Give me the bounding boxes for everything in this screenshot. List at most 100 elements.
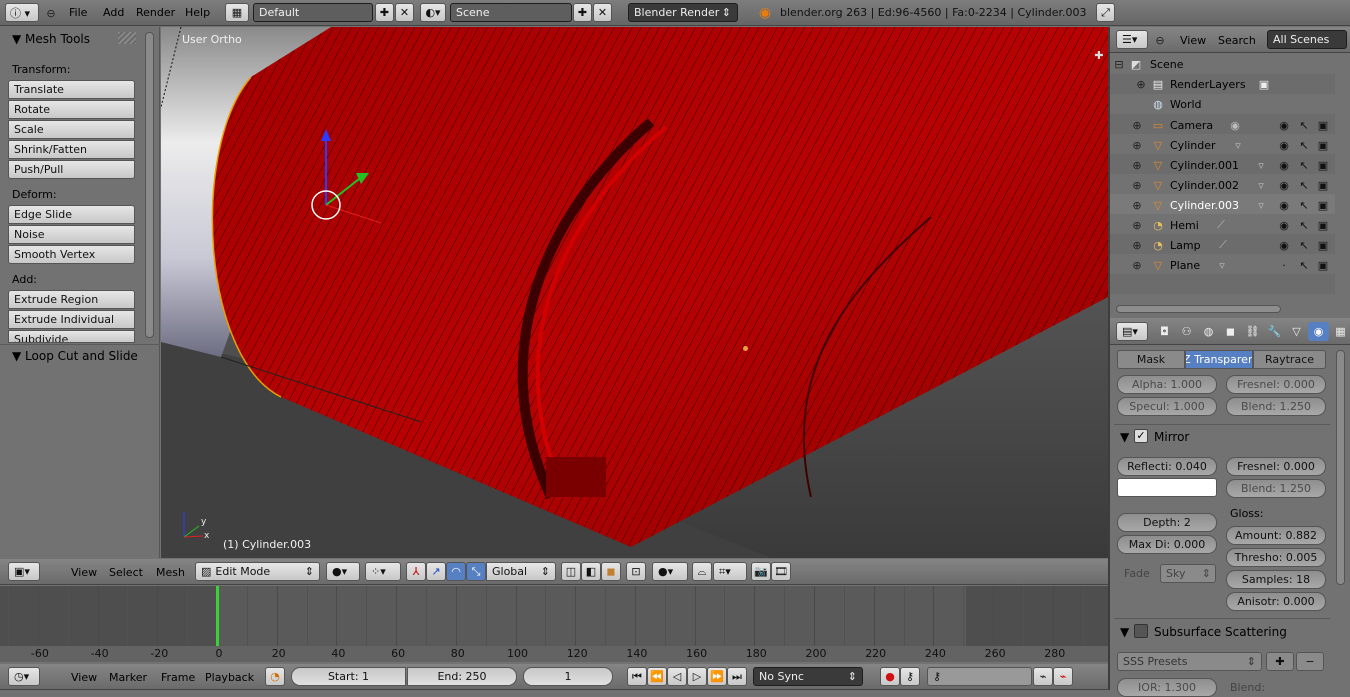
scale-manipulator[interactable]: ⤡ bbox=[466, 562, 486, 581]
remove-layout-button[interactable]: ✕ bbox=[395, 3, 414, 22]
proportional-edit-select[interactable]: ●▾ bbox=[652, 562, 688, 581]
blend-top-field[interactable]: Blend: 1.250 bbox=[1226, 397, 1326, 416]
preview-range-toggle[interactable]: ◔ bbox=[265, 667, 285, 686]
gloss-threshold-field[interactable]: Thresho: 0.005 bbox=[1226, 548, 1326, 567]
outliner-object-name[interactable]: Cylinder.003 bbox=[1170, 199, 1239, 212]
menu-file[interactable]: File bbox=[69, 6, 87, 19]
collapse-icon[interactable]: ⊖ bbox=[1153, 32, 1167, 48]
mirror-checkbox[interactable]: ✓ bbox=[1134, 429, 1148, 443]
fresnel-top-field[interactable]: Fresnel: 0.000 bbox=[1226, 375, 1326, 394]
mirror-expand-icon[interactable]: ▼ bbox=[1120, 430, 1129, 444]
selectability-cursor-icon[interactable]: ↖ bbox=[1297, 258, 1311, 272]
render-engine-select[interactable]: Blender Render ⇕ bbox=[628, 3, 738, 22]
face-select-mode[interactable]: ◼ bbox=[601, 562, 621, 581]
menu-help[interactable]: Help bbox=[185, 6, 210, 19]
outliner-object-name[interactable]: Cylinder bbox=[1170, 139, 1216, 152]
properties-scrollbar[interactable] bbox=[1336, 350, 1345, 585]
current-frame-marker[interactable] bbox=[216, 586, 219, 646]
edge-slide-button[interactable]: Edge Slide bbox=[8, 205, 135, 224]
start-frame-field[interactable]: Start: 1 bbox=[291, 667, 406, 686]
selectability-cursor-icon[interactable]: ↖ bbox=[1297, 198, 1311, 212]
renderability-camera-icon[interactable]: ▣ bbox=[1316, 118, 1330, 132]
insert-keyframe-button[interactable]: ⌁ bbox=[1033, 667, 1053, 686]
editor-type-properties-button[interactable]: ▤▾ bbox=[1116, 322, 1148, 341]
visibility-eye-icon[interactable]: ◉ bbox=[1277, 198, 1291, 212]
constraints-icon[interactable]: ⛓ bbox=[1242, 322, 1263, 341]
tab-raytrace[interactable]: Raytrace bbox=[1253, 350, 1326, 369]
expand-icon[interactable]: ⊕ bbox=[1131, 258, 1143, 272]
editor-type-outliner-button[interactable]: ☰▾ bbox=[1116, 30, 1148, 49]
object-icon[interactable]: ◼ bbox=[1220, 322, 1241, 341]
collapse-icon[interactable]: ⊖ bbox=[44, 5, 58, 21]
renderability-camera-icon[interactable]: ▣ bbox=[1316, 138, 1330, 152]
sss-add-preset-button[interactable]: ✚ bbox=[1266, 652, 1294, 671]
menu-select[interactable]: Select bbox=[109, 566, 143, 579]
selectability-cursor-icon[interactable]: ↖ bbox=[1297, 138, 1311, 152]
translate-button[interactable]: Translate bbox=[8, 80, 135, 99]
keying-set-field[interactable]: ⚷ bbox=[927, 667, 1032, 686]
visibility-eye-icon[interactable]: ◉ bbox=[1277, 238, 1291, 252]
jump-start-button[interactable]: ⏮ bbox=[627, 667, 647, 686]
fullscreen-button[interactable]: ⤢ bbox=[1096, 3, 1115, 22]
translate-manipulator[interactable]: ↗ bbox=[426, 562, 446, 581]
tab-mask[interactable]: Mask bbox=[1117, 350, 1185, 369]
visibility-eye-icon[interactable]: ◉ bbox=[1277, 138, 1291, 152]
scene-icon[interactable]: ⚇ bbox=[1176, 322, 1197, 341]
renderability-camera-icon[interactable]: ▣ bbox=[1316, 218, 1330, 232]
transform-manipulator[interactable] bbox=[301, 127, 381, 237]
renderability-camera-icon[interactable]: ▣ bbox=[1316, 238, 1330, 252]
extrude-individual-button[interactable]: Extrude Individual bbox=[8, 310, 135, 329]
texture-icon[interactable]: ▦ bbox=[1330, 322, 1350, 341]
outliner-hscroll[interactable] bbox=[1116, 305, 1281, 313]
blend-mirror-field[interactable]: Blend: 1.250 bbox=[1226, 479, 1326, 498]
sync-select[interactable]: No Sync ⇕ bbox=[753, 667, 863, 686]
expand-icon[interactable]: ⊕ bbox=[1131, 138, 1143, 152]
viewport-3d[interactable]: User Ortho yx (1) Cylinder.003 ✚ bbox=[161, 27, 1108, 558]
remove-scene-button[interactable]: ✕ bbox=[593, 3, 612, 22]
shrink-fatten-button[interactable]: Shrink/Fatten bbox=[8, 140, 135, 159]
depth-field[interactable]: Depth: 2 bbox=[1117, 513, 1217, 532]
render-icon[interactable]: ◘ bbox=[1154, 322, 1175, 341]
scene-field[interactable]: Scene bbox=[450, 3, 572, 22]
rotate-button[interactable]: Rotate bbox=[8, 100, 135, 119]
anisotropy-field[interactable]: Anisotr: 0.000 bbox=[1226, 592, 1326, 611]
jump-keyframe-back-button[interactable]: ⏪ bbox=[647, 667, 667, 686]
delete-keyframe-button[interactable]: ⌁ bbox=[1053, 667, 1073, 686]
shading-select[interactable]: ●▾ bbox=[326, 562, 360, 581]
add-region-icon[interactable]: ✚ bbox=[1093, 49, 1105, 62]
fade-select[interactable]: Sky ⇕ bbox=[1160, 564, 1216, 583]
add-scene-button[interactable]: ✚ bbox=[573, 3, 592, 22]
keying-mode-button[interactable]: ⚷ bbox=[900, 667, 920, 686]
sss-expand-icon[interactable]: ▼ bbox=[1120, 625, 1129, 639]
outliner-object-name[interactable]: Camera bbox=[1170, 119, 1213, 132]
scale-button[interactable]: Scale bbox=[8, 120, 135, 139]
manipulator-toggle[interactable]: ⅄ bbox=[406, 562, 426, 581]
noise-button[interactable]: Noise bbox=[8, 225, 135, 244]
editor-type-info-button[interactable]: ⓘ ▾ bbox=[5, 3, 39, 22]
add-layout-button[interactable]: ✚ bbox=[375, 3, 394, 22]
loop-cut-panel-title[interactable]: ▼ Loop Cut and Slide bbox=[12, 349, 138, 363]
extrude-region-button[interactable]: Extrude Region bbox=[8, 290, 135, 309]
mesh-data-icon[interactable]: ▽ bbox=[1286, 322, 1307, 341]
outliner-object-name[interactable]: Cylinder.002 bbox=[1170, 179, 1239, 192]
max-distance-field[interactable]: Max Di: 0.000 bbox=[1117, 535, 1217, 554]
outliner-renderlayers-label[interactable]: RenderLayers bbox=[1170, 78, 1246, 91]
screen-layout-field[interactable]: Default bbox=[253, 3, 373, 22]
jump-end-button[interactable]: ⏭ bbox=[727, 667, 747, 686]
gloss-samples-field[interactable]: Samples: 18 bbox=[1226, 570, 1326, 589]
menu-playback[interactable]: Playback bbox=[205, 671, 254, 684]
outliner-menu-view[interactable]: View bbox=[1180, 34, 1206, 47]
rotate-manipulator[interactable]: ◠ bbox=[446, 562, 466, 581]
selectability-cursor-icon[interactable]: ↖ bbox=[1297, 118, 1311, 132]
end-frame-field[interactable]: End: 250 bbox=[407, 667, 517, 686]
snap-element-select[interactable]: ⌗▾ bbox=[713, 562, 747, 581]
expand-icon[interactable]: ⊕ bbox=[1131, 158, 1143, 172]
play-reverse-button[interactable]: ◁ bbox=[667, 667, 687, 686]
snap-toggle[interactable]: ⌓ bbox=[692, 562, 712, 581]
editor-type-timeline-button[interactable]: ◷▾ bbox=[8, 667, 40, 686]
selectability-cursor-icon[interactable]: ↖ bbox=[1297, 218, 1311, 232]
outliner-world-label[interactable]: World bbox=[1170, 98, 1202, 111]
outliner-object-name[interactable]: Cylinder.001 bbox=[1170, 159, 1239, 172]
visibility-eye-icon[interactable]: · bbox=[1277, 258, 1291, 272]
modifiers-icon[interactable]: 🔧 bbox=[1264, 322, 1285, 341]
